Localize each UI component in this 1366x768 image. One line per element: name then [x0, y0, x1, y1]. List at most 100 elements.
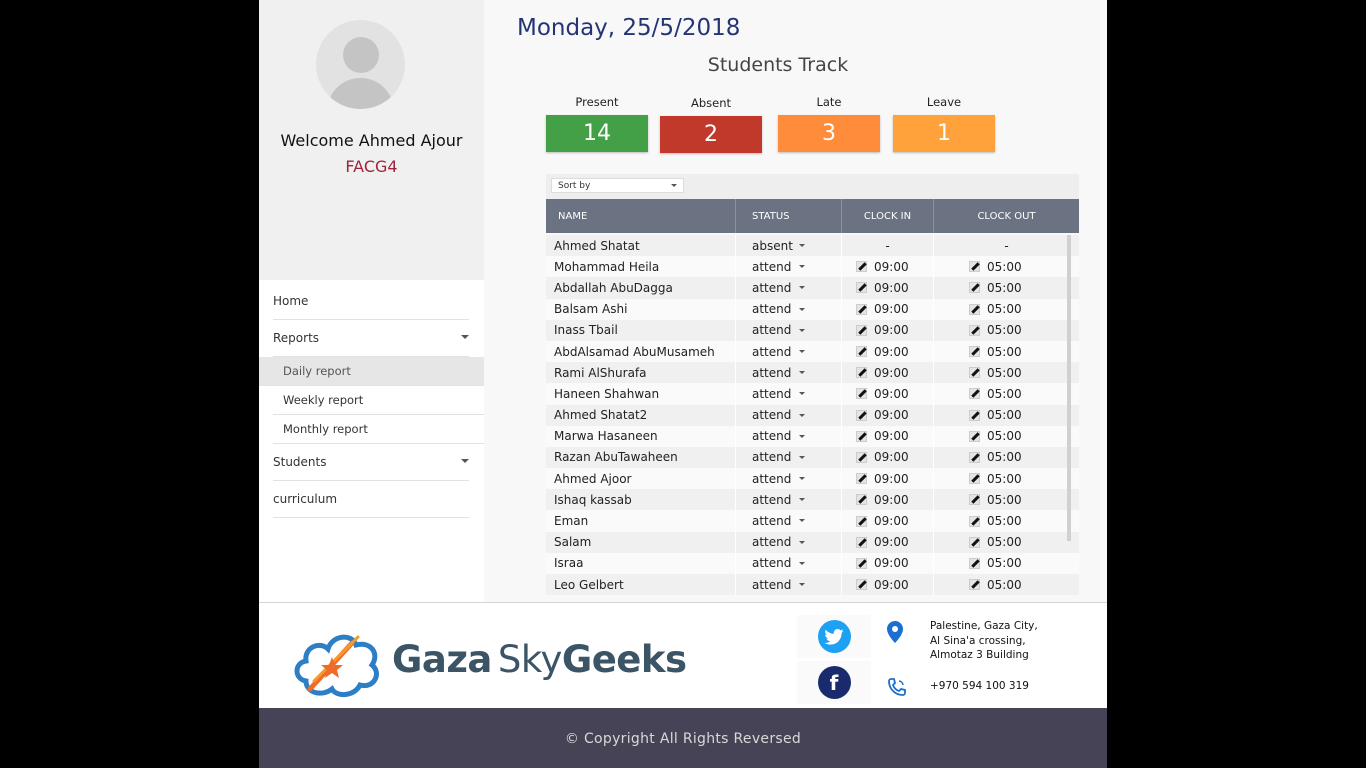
clock-in-cell[interactable]: 09:00 — [842, 298, 934, 320]
edit-icon[interactable] — [856, 367, 867, 379]
clock-out-cell[interactable]: 05:00 — [934, 553, 1079, 574]
edit-icon[interactable] — [969, 557, 980, 569]
clock-in-cell[interactable]: 09:00 — [842, 425, 934, 447]
table-row[interactable]: Marwa Hasaneen attend 09:00 05:00 — [546, 425, 1079, 447]
table-scrollbar[interactable] — [1067, 235, 1071, 541]
status-select[interactable]: attend — [736, 340, 842, 363]
edit-icon[interactable] — [856, 346, 867, 358]
table-row[interactable]: AbdAlsamad AbuMusameh attend 09:00 05:00 — [546, 340, 1079, 363]
status-select[interactable]: attend — [736, 383, 842, 405]
sort-select[interactable]: Sort by — [551, 178, 684, 193]
status-select[interactable]: attend — [736, 319, 842, 341]
status-select[interactable]: attend — [736, 489, 842, 511]
clock-in-cell[interactable]: - — [842, 235, 934, 257]
clock-in-cell[interactable]: 09:00 — [842, 574, 934, 596]
clock-in-cell[interactable]: 09:00 — [842, 489, 934, 511]
sidebar-subitem-daily-report[interactable]: Daily report — [259, 357, 484, 386]
edit-icon[interactable] — [969, 282, 980, 294]
clock-in-cell[interactable]: 09:00 — [842, 277, 934, 299]
status-select[interactable]: attend — [736, 256, 842, 278]
clock-out-cell[interactable]: 05:00 — [934, 468, 1079, 489]
clock-out-cell[interactable]: 05:00 — [934, 532, 1079, 553]
edit-icon[interactable] — [856, 261, 867, 273]
clock-out-cell[interactable]: 05:00 — [934, 256, 1079, 277]
edit-icon[interactable] — [969, 303, 980, 315]
edit-icon[interactable] — [969, 261, 980, 273]
clock-in-cell[interactable]: 09:00 — [842, 510, 934, 532]
status-select[interactable]: attend — [736, 404, 842, 426]
edit-icon[interactable] — [969, 430, 980, 442]
clock-out-cell[interactable]: 05:00 — [934, 320, 1079, 341]
status-select[interactable]: attend — [736, 446, 842, 469]
table-row[interactable]: Ahmed Ajoor attend 09:00 05:00 — [546, 468, 1079, 490]
edit-icon[interactable] — [856, 430, 867, 442]
clock-in-cell[interactable]: 09:00 — [842, 256, 934, 278]
edit-icon[interactable] — [856, 388, 867, 400]
clock-out-cell[interactable]: 05:00 — [934, 447, 1079, 468]
column-header-clock-in[interactable]: CLOCK IN — [842, 199, 934, 233]
gaza-sky-geeks-logo[interactable]: Gaza SkyGeeks — [272, 613, 720, 707]
clock-in-cell[interactable]: 09:00 — [842, 446, 934, 469]
clock-in-cell[interactable]: 09:00 — [842, 362, 934, 384]
table-row[interactable]: Rami AlShurafa attend 09:00 05:00 — [546, 362, 1079, 384]
table-row[interactable]: Eman attend 09:00 05:00 — [546, 510, 1079, 532]
status-select[interactable]: attend — [736, 277, 842, 299]
sidebar-item-home[interactable]: Home — [273, 283, 469, 320]
table-row[interactable]: Salam attend 09:00 05:00 — [546, 531, 1079, 553]
clock-out-cell[interactable]: 05:00 — [934, 405, 1079, 426]
edit-icon[interactable] — [969, 473, 980, 485]
edit-icon[interactable] — [856, 409, 867, 421]
edit-icon[interactable] — [856, 494, 867, 506]
status-select[interactable]: attend — [736, 468, 842, 490]
table-row[interactable]: Ahmed Shatat2 attend 09:00 05:00 — [546, 404, 1079, 426]
stat-late[interactable]: Late 3 — [778, 95, 880, 152]
edit-icon[interactable] — [856, 303, 867, 315]
edit-icon[interactable] — [969, 324, 980, 336]
column-header-clock-out[interactable]: CLOCK OUT — [934, 199, 1079, 233]
edit-icon[interactable] — [969, 451, 980, 463]
edit-icon[interactable] — [969, 579, 980, 591]
column-header-name[interactable]: NAME — [546, 199, 736, 233]
edit-icon[interactable] — [856, 451, 867, 463]
clock-in-cell[interactable]: 09:00 — [842, 468, 934, 490]
table-row[interactable]: Inass Tbail attend 09:00 05:00 — [546, 319, 1079, 341]
table-row[interactable]: Leo Gelbert attend 09:00 05:00 — [546, 574, 1079, 596]
table-row[interactable]: Ahmed Shatat absent - - — [546, 235, 1079, 257]
stat-absent[interactable]: Absent 2 — [660, 95, 762, 153]
clock-out-cell[interactable]: 05:00 — [934, 426, 1079, 447]
clock-out-cell[interactable]: 05:00 — [934, 510, 1079, 531]
edit-icon[interactable] — [969, 494, 980, 506]
edit-icon[interactable] — [969, 367, 980, 379]
status-select[interactable]: attend — [736, 552, 842, 574]
clock-in-cell[interactable]: 09:00 — [842, 319, 934, 341]
clock-in-cell[interactable]: 09:00 — [842, 383, 934, 405]
sidebar-subitem-monthly-report[interactable]: Monthly report — [273, 415, 484, 444]
table-row[interactable]: Ishaq kassab attend 09:00 05:00 — [546, 489, 1079, 511]
table-row[interactable]: Abdallah AbuDagga attend 09:00 05:00 — [546, 277, 1079, 299]
table-row[interactable]: Mohammad Heila attend 09:00 05:00 — [546, 256, 1079, 278]
edit-icon[interactable] — [969, 388, 980, 400]
clock-in-cell[interactable]: 09:00 — [842, 340, 934, 363]
status-select[interactable]: attend — [736, 574, 842, 596]
edit-icon[interactable] — [856, 579, 867, 591]
clock-in-cell[interactable]: 09:00 — [842, 531, 934, 553]
sidebar-item-students[interactable]: Students — [273, 444, 469, 481]
table-row[interactable]: Balsam Ashi attend 09:00 05:00 — [546, 298, 1079, 320]
sidebar-item-reports[interactable]: Reports — [273, 320, 469, 357]
edit-icon[interactable] — [969, 536, 980, 548]
status-select[interactable]: absent — [736, 235, 842, 257]
clock-out-cell[interactable]: 05:00 — [934, 362, 1079, 383]
clock-in-cell[interactable]: 09:00 — [842, 552, 934, 574]
column-header-status[interactable]: STATUS — [736, 199, 842, 233]
clock-out-cell[interactable]: - — [934, 235, 1079, 256]
status-select[interactable]: attend — [736, 298, 842, 320]
status-select[interactable]: attend — [736, 531, 842, 553]
clock-out-cell[interactable]: 05:00 — [934, 299, 1079, 320]
table-row[interactable]: Razan AbuTawaheen attend 09:00 05:00 — [546, 446, 1079, 469]
edit-icon[interactable] — [856, 515, 867, 527]
edit-icon[interactable] — [856, 282, 867, 294]
facebook-link[interactable]: f — [797, 661, 871, 704]
status-select[interactable]: attend — [736, 362, 842, 384]
clock-out-cell[interactable]: 05:00 — [934, 489, 1079, 510]
edit-icon[interactable] — [856, 324, 867, 336]
